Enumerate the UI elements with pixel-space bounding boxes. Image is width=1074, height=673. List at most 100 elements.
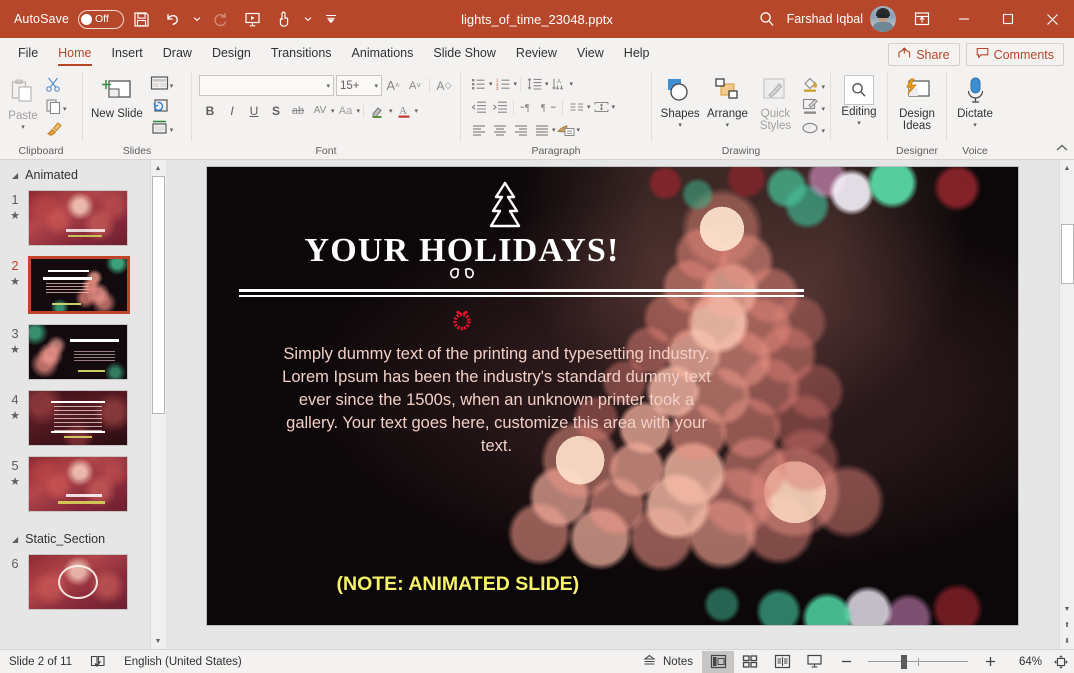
copy-dropdown-icon[interactable]: ▾ [63, 105, 67, 113]
section-triangle-icon[interactable]: ◢ [12, 171, 18, 180]
cut-button[interactable] [43, 76, 69, 97]
zoom-slider[interactable] [868, 650, 968, 673]
reading-view-icon[interactable] [766, 651, 798, 673]
bold-button[interactable]: B [199, 100, 221, 121]
zoom-level[interactable]: 64% [1006, 656, 1048, 668]
quick-styles-button[interactable]: Quick Styles [751, 73, 799, 134]
arrange-dropdown-icon[interactable]: ▾ [726, 121, 730, 129]
thumbnail-item-3[interactable]: 3 ★ [0, 322, 150, 388]
thumbnail-item-6[interactable]: 6 [0, 552, 150, 618]
layout-button[interactable]: ▾ [148, 75, 176, 96]
shape-fill-dropdown-icon[interactable]: ▾ [821, 83, 825, 91]
tab-animations[interactable]: Animations [342, 38, 424, 68]
text-shadow-button[interactable]: S [265, 100, 287, 121]
slide-body-text[interactable]: Simply dummy text of the printing and ty… [277, 343, 717, 458]
language-indicator[interactable]: English (United States) [115, 650, 251, 673]
autosave-toggle[interactable]: Off [78, 10, 124, 29]
paste-dropdown-icon[interactable]: ▾ [21, 123, 25, 131]
grow-font-icon[interactable]: A˄ [382, 75, 404, 96]
numbering-dropdown-icon[interactable]: ▾ [514, 80, 518, 88]
shape-effects-dropdown-icon[interactable]: ▾ [821, 127, 825, 135]
shape-effects-button[interactable]: ▾ [799, 120, 827, 141]
close-icon[interactable] [1030, 0, 1074, 38]
align-right-icon[interactable] [510, 120, 531, 141]
tab-draw[interactable]: Draw [153, 38, 202, 68]
scrollbar-thumb[interactable] [152, 176, 165, 414]
start-presentation-icon[interactable] [237, 4, 267, 34]
convert-to-smartart-icon[interactable] [556, 120, 577, 141]
shrink-font-icon[interactable]: A˅ [404, 75, 426, 96]
shape-fill-button[interactable]: ▾ [799, 76, 827, 97]
format-painter-button[interactable] [43, 120, 69, 141]
undo-icon[interactable] [158, 4, 188, 34]
zoom-in-icon[interactable] [974, 651, 1006, 673]
customize-quick-access-icon[interactable] [316, 4, 346, 34]
line-spacing-icon[interactable] [524, 74, 545, 95]
previous-slide-button[interactable]: ⬆ [1060, 617, 1074, 633]
slide-thumbnail-pane[interactable]: ◢ Animated 1 ★ 2 ★ [0, 160, 150, 649]
shape-outline-button[interactable]: ▾ [799, 98, 827, 119]
scroll-down-arrow-icon[interactable]: ▼ [151, 633, 166, 649]
slide-note-text[interactable]: (NOTE: ANIMATED SLIDE) [337, 573, 580, 596]
thumbnail-image[interactable] [28, 390, 128, 446]
change-case-button[interactable]: Aa [335, 100, 357, 121]
touch-mode-dropdown-icon[interactable] [301, 4, 314, 34]
maximize-icon[interactable] [986, 0, 1030, 38]
tab-view[interactable]: View [567, 38, 614, 68]
editing-dropdown-icon[interactable]: ▾ [857, 119, 861, 127]
thumbnail-image[interactable] [28, 324, 128, 380]
tab-review[interactable]: Review [506, 38, 567, 68]
copy-button[interactable]: ▾ [43, 98, 69, 119]
undo-dropdown-icon[interactable] [190, 4, 203, 34]
zoom-slider-handle[interactable] [901, 655, 907, 669]
thumbnail-image[interactable] [28, 190, 128, 246]
tab-help[interactable]: Help [614, 38, 660, 68]
font-color-button[interactable]: A [393, 100, 415, 121]
font-size-dropdown-icon[interactable]: ▾ [374, 82, 378, 90]
underline-button[interactable]: U [243, 100, 265, 121]
scrollbar-thumb[interactable] [1061, 224, 1074, 284]
thumbnail-item-2[interactable]: 2 ★ [0, 254, 150, 322]
align-left-icon[interactable] [468, 120, 489, 141]
spellcheck-icon[interactable] [81, 650, 115, 673]
collapse-ribbon-icon[interactable] [1056, 144, 1068, 155]
new-slide-button[interactable]: New Slide [86, 73, 148, 122]
section-triangle-icon[interactable]: ◢ [12, 535, 18, 544]
reset-button[interactable] [148, 97, 176, 118]
thumbnail-image[interactable] [28, 554, 128, 610]
change-case-dropdown-icon[interactable]: ▾ [357, 107, 361, 115]
scroll-up-arrow-icon[interactable]: ▲ [1060, 160, 1074, 176]
decrease-indent-icon[interactable] [468, 97, 489, 118]
minimize-icon[interactable] [942, 0, 986, 38]
scrollbar-track[interactable] [1060, 176, 1074, 601]
thumbnail-item-5[interactable]: 5 ★ [0, 454, 150, 520]
layout-dropdown-icon[interactable]: ▾ [170, 82, 174, 90]
zoom-out-icon[interactable] [830, 651, 862, 673]
columns-icon[interactable] [566, 97, 587, 118]
thumbnail-image[interactable] [28, 456, 128, 512]
fit-slide-to-window-icon[interactable] [1048, 651, 1074, 673]
shapes-button[interactable]: Shapes ▾ [657, 73, 703, 131]
justify-icon[interactable] [531, 120, 552, 141]
slide-indicator[interactable]: Slide 2 of 11 [0, 650, 81, 673]
dictate-dropdown-icon[interactable]: ▾ [973, 121, 977, 129]
tab-transitions[interactable]: Transitions [261, 38, 342, 68]
section-header-static[interactable]: ◢ Static_Section [0, 520, 150, 552]
align-text-icon[interactable] [591, 97, 612, 118]
increase-indent-icon[interactable] [489, 97, 510, 118]
tab-insert[interactable]: Insert [102, 38, 153, 68]
italic-button[interactable]: I [221, 100, 243, 121]
next-slide-button[interactable]: ⬇ [1060, 633, 1074, 649]
design-ideas-button[interactable]: Design Ideas [891, 73, 943, 134]
scrollbar-track[interactable] [151, 176, 166, 633]
account-button[interactable]: Farshad Iqbal [787, 6, 902, 32]
notes-button[interactable]: Notes [633, 650, 702, 673]
ribbon-display-options-icon[interactable] [902, 11, 942, 27]
paste-button[interactable]: Paste ▾ [3, 73, 43, 133]
text-highlight-icon[interactable] [367, 100, 389, 121]
touch-mode-icon[interactable] [269, 4, 299, 34]
slideshow-view-icon[interactable] [798, 651, 830, 673]
arrange-button[interactable]: Arrange ▾ [703, 73, 751, 131]
tab-slide-show[interactable]: Slide Show [423, 38, 506, 68]
align-text-dropdown-icon[interactable]: ▾ [612, 103, 616, 111]
